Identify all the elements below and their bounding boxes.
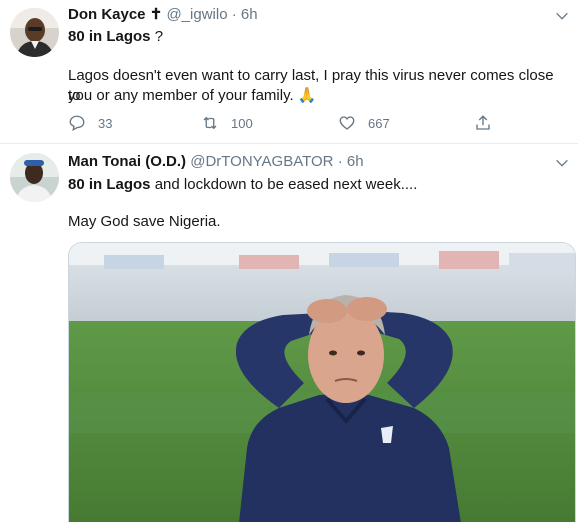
reply-count: 33 — [98, 115, 113, 131]
reply-button[interactable]: 33 — [68, 111, 112, 135]
display-name[interactable]: Don Kayce — [68, 6, 146, 23]
tweet-media-image[interactable] — [68, 242, 576, 522]
tweet-text-line: you or any member of your family. 🙏 — [68, 86, 568, 106]
tweet-text: 80 in Lagos and lockdown to be eased nex… — [68, 175, 568, 195]
like-count: 667 — [368, 115, 390, 131]
retweet-icon — [203, 116, 217, 130]
retweet-count: 100 — [231, 115, 253, 131]
tweet-text-line-3: you or any member of your family. — [68, 87, 294, 104]
timestamp[interactable]: 6h — [347, 153, 364, 170]
tweet-header: Man Tonai (O.D.) @DrTONYAGBATOR · 6h — [68, 152, 364, 172]
bold-text: 80 in Lagos — [68, 28, 151, 45]
handle[interactable]: @DrTONYAGBATOR — [190, 153, 333, 170]
bold-text: 80 in Lagos — [68, 176, 151, 193]
handle[interactable]: @_igwilo — [166, 6, 227, 23]
avatar[interactable] — [10, 153, 59, 202]
avatar[interactable] — [10, 8, 59, 57]
badge-glyph: ✝ — [149, 6, 163, 23]
tweet-actions: 33 100 667 — [68, 111, 498, 135]
share-button[interactable] — [474, 111, 504, 135]
timestamp[interactable]: 6h — [241, 6, 258, 23]
text-rest: ? — [150, 28, 164, 45]
separator: · — [337, 153, 343, 170]
photo-coach-hands-on-head — [69, 243, 575, 522]
tweet-text: 80 in Lagos ? — [68, 27, 568, 47]
reply-icon — [69, 115, 85, 132]
chevron-down-icon[interactable] — [554, 155, 570, 171]
like-button[interactable]: 667 — [338, 111, 390, 135]
tweet[interactable]: Man Tonai (O.D.) @DrTONYAGBATOR · 6h 80 … — [0, 145, 578, 522]
chevron-down-icon[interactable] — [554, 8, 570, 24]
tweet-text-line: May God save Nigeria. — [68, 213, 221, 230]
retweet-button[interactable]: 100 — [201, 111, 253, 135]
tweet[interactable]: Don Kayce ✝ @_igwilo · 6h 80 in Lagos ? … — [0, 0, 578, 144]
praying-hands-emoji: 🙏 — [297, 87, 317, 104]
separator: · — [231, 6, 237, 23]
text-rest: and lockdown to be eased next week.... — [150, 176, 418, 193]
tweet-header: Don Kayce ✝ @_igwilo · 6h — [68, 5, 258, 25]
like-icon — [339, 116, 355, 130]
share-icon — [476, 115, 490, 130]
display-name[interactable]: Man Tonai (O.D.) — [68, 153, 186, 170]
